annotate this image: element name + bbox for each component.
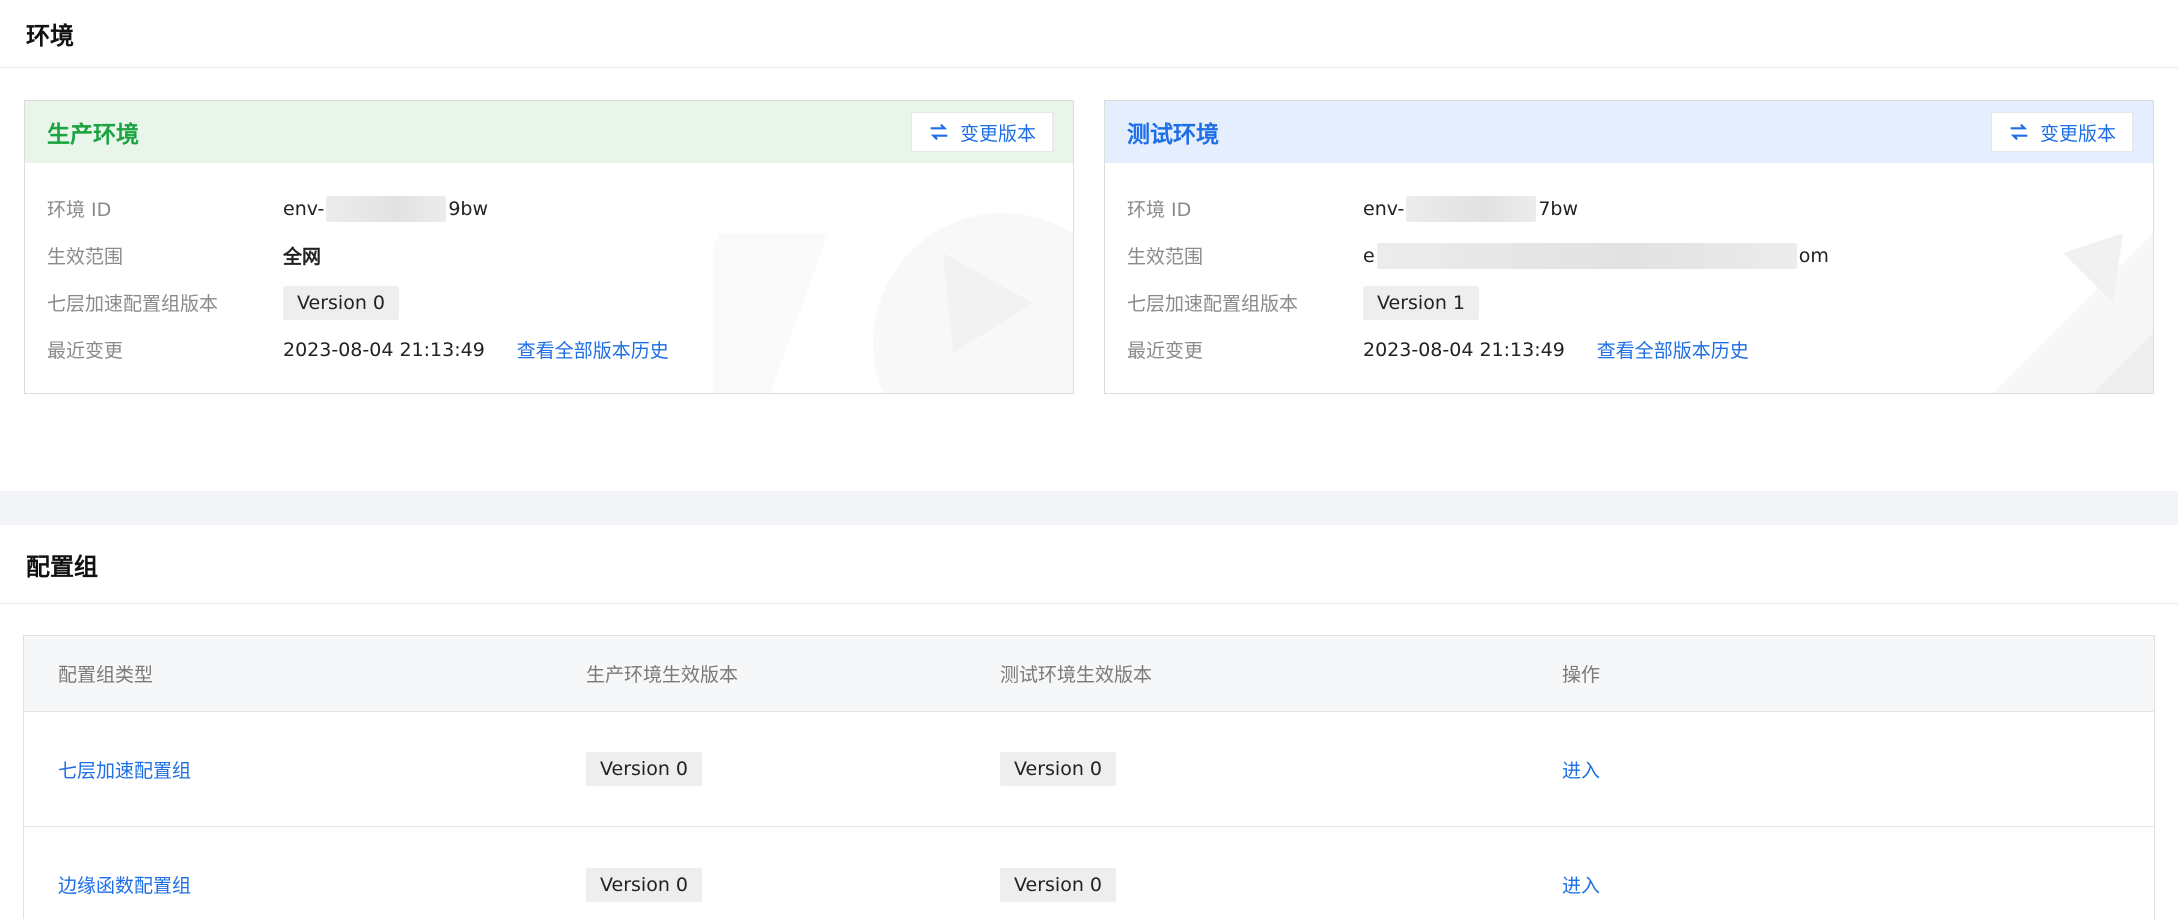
column-header-type: 配置组类型 (58, 664, 154, 686)
test-env-name: 测试环境 (1127, 122, 1219, 148)
production-env-id-value: env- 9bw (283, 195, 489, 222)
column-header-action: 操作 (1562, 664, 1601, 686)
test-scope-row: 生效范围 e om (1127, 232, 2131, 279)
production-change-version-button[interactable]: 变更版本 (910, 112, 1053, 152)
enter-link[interactable]: 进入 (1562, 760, 1600, 782)
env-id-suffix: 9bw (448, 197, 489, 220)
table-row: 七层加速配置组 Version 0 Version 0 进入 (24, 712, 2154, 827)
version-label: 七层加速配置组版本 (47, 293, 219, 315)
scope-suffix: om (1798, 244, 1829, 267)
version-label: 七层加速配置组版本 (1127, 293, 1299, 315)
env-id-label: 环境 ID (1127, 199, 1192, 221)
prod-version-tag: Version 0 (586, 752, 702, 786)
changed-label: 最近变更 (47, 340, 124, 362)
production-env-id-row: 环境 ID env- 9bw (47, 185, 1051, 232)
scope-label: 生效范围 (47, 246, 124, 268)
swap-arrows-icon (2010, 123, 2028, 141)
test-env-header: 测试环境 变更版本 (1105, 101, 2153, 163)
production-env-name: 生产环境 (47, 122, 139, 148)
column-header-test-version: 测试环境生效版本 (1000, 664, 1153, 686)
column-header-prod-version: 生产环境生效版本 (586, 664, 739, 686)
swap-arrows-icon (930, 123, 948, 141)
test-scope-value: e om (1363, 242, 1829, 269)
env-section-header: 环境 (0, 0, 2178, 68)
env-id-prefix: env- (1363, 197, 1405, 220)
test-env-card: 测试环境 变更版本 环境 ID env- 7bw 生效范围 e om 七层加速配… (1104, 100, 2154, 394)
test-env-id-row: 环境 ID env- 7bw (1127, 185, 2131, 232)
test-env-details: 环境 ID env- 7bw 生效范围 e om 七层加速配置组版本 Versi… (1105, 163, 2153, 373)
production-changed-value: 2023-08-04 21:13:49 (283, 338, 485, 361)
env-section-title: 环境 (26, 22, 74, 50)
table-header-row: 配置组类型 生产环境生效版本 测试环境生效版本 操作 (24, 636, 2154, 712)
test-env-id-value: env- 7bw (1363, 195, 1579, 222)
test-version-history-link[interactable]: 查看全部版本历史 (1597, 336, 1749, 363)
redacted-mask (1406, 195, 1537, 222)
production-scope-row: 生效范围 全网 (47, 232, 1051, 279)
env-id-prefix: env- (283, 197, 325, 220)
env-id-label: 环境 ID (47, 199, 112, 221)
redacted-mask (1376, 242, 1797, 269)
test-change-version-label: 变更版本 (2039, 122, 2116, 145)
section-divider (0, 491, 2178, 525)
environment-cards: 生产环境 变更版本 环境 ID env- 9bw 生效范围 全网 七层加速配置组… (0, 68, 2178, 494)
test-version-tag: Version 1 (1363, 285, 1479, 320)
test-version-tag: Version 0 (1000, 867, 1116, 902)
production-scope-value: 全网 (283, 246, 322, 268)
production-env-details: 环境 ID env- 9bw 生效范围 全网 七层加速配置组版本 Version… (25, 163, 1073, 373)
production-change-version-label: 变更版本 (959, 122, 1036, 145)
env-id-suffix: 7bw (1538, 197, 1579, 220)
scope-prefix: e (1363, 244, 1375, 267)
config-group-link-edge-function[interactable]: 边缘函数配置组 (58, 875, 191, 897)
table-row: 边缘函数配置组 Version 0 Version 0 进入 (24, 827, 2154, 919)
test-version-tag: Version 0 (1000, 752, 1116, 786)
test-changed-value: 2023-08-04 21:13:49 (1363, 338, 1565, 361)
config-table-wrapper: 配置组类型 生产环境生效版本 测试环境生效版本 操作 七层加速配置组 Versi… (0, 604, 2178, 919)
scope-label: 生效范围 (1127, 246, 1204, 268)
prod-version-tag: Version 0 (586, 867, 702, 902)
production-version-row: 七层加速配置组版本 Version 0 (47, 279, 1051, 326)
changed-label: 最近变更 (1127, 340, 1204, 362)
production-env-header: 生产环境 变更版本 (25, 101, 1073, 163)
production-changed-row: 最近变更 2023-08-04 21:13:49 查看全部版本历史 (47, 326, 1051, 373)
test-changed-row: 最近变更 2023-08-04 21:13:49 查看全部版本历史 (1127, 326, 2131, 373)
production-version-tag: Version 0 (283, 285, 399, 320)
test-change-version-button[interactable]: 变更版本 (1990, 112, 2133, 152)
config-section-header: 配置组 (0, 525, 2178, 604)
redacted-mask (326, 195, 447, 222)
config-group-table: 配置组类型 生产环境生效版本 测试环境生效版本 操作 七层加速配置组 Versi… (23, 635, 2155, 919)
production-env-card: 生产环境 变更版本 环境 ID env- 9bw 生效范围 全网 七层加速配置组… (24, 100, 1074, 394)
config-group-link-l7[interactable]: 七层加速配置组 (58, 760, 191, 782)
production-version-history-link[interactable]: 查看全部版本历史 (517, 336, 669, 363)
config-section-title: 配置组 (26, 552, 98, 581)
enter-link[interactable]: 进入 (1562, 875, 1600, 897)
test-version-row: 七层加速配置组版本 Version 1 (1127, 279, 2131, 326)
